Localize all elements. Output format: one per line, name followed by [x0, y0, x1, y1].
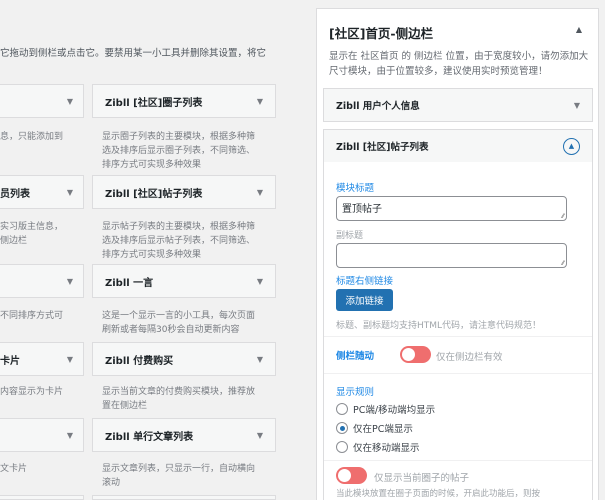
widget-title: Zibll [社区]帖子列表 — [336, 142, 429, 153]
title-input[interactable]: 置顶帖子 — [336, 196, 567, 221]
chevron-down-icon[interactable]: ▼ — [257, 355, 263, 364]
widget-item[interactable]: ▼ — [0, 264, 84, 298]
rule-radio[interactable]: 仅在移动端显示 — [336, 440, 420, 454]
chevron-down-icon[interactable]: ▼ — [67, 277, 73, 286]
widget-desc: 这是一个显示一言的小工具，每次页面刷新或者每隔30秒会自动更新内容 — [102, 311, 256, 335]
chevron-down-icon[interactable]: ▼ — [67, 355, 73, 364]
only-current-desc: 当此模块放置在圈子页面的时候，开启此功能后，则按 — [336, 489, 541, 499]
widget-desc: 显示文章列表，只显示一行，自动横向滚动 — [102, 464, 256, 488]
widget-form: 模块标题 置顶帖子 副标题 标题右侧链接 添加链接 标题、副标题均支持HTML代… — [323, 162, 593, 500]
collapse-icon[interactable]: ▲ — [576, 25, 582, 34]
widget-item[interactable]: Zibll 付费购买 ▼ — [92, 342, 276, 376]
radio-label: 仅在PC端显示 — [353, 424, 413, 435]
radio-icon[interactable] — [336, 403, 348, 415]
widget-item[interactable]: Zibll 一言 ▼ — [92, 264, 276, 298]
chevron-down-icon[interactable]: ▼ — [574, 101, 580, 110]
rule-radio[interactable]: 仅在PC端显示 — [336, 421, 413, 435]
widget-desc: 显示圈子列表的主要模块，根据多种筛选及排序后显示圈子列表，不同筛选、排序方式可实… — [102, 132, 256, 170]
rule-label: 显示规则 — [336, 387, 375, 398]
widget-title: Zibll 一言 — [105, 277, 154, 289]
widget-item[interactable]: Zibll [社区]帖子列表 ▼ — [92, 175, 276, 209]
widget-user-info[interactable]: Zibll 用户个人信息 ▼ — [323, 88, 593, 122]
only-current-label: 仅显示当前圈子的帖子 — [374, 473, 470, 484]
sidebar-desc: 显示在 社区首页 的 侧边栏 位置，由于宽度较小，请勿添加大尺寸模块，由于位置较… — [329, 51, 589, 77]
widget-item[interactable] — [0, 495, 84, 500]
radio-icon[interactable] — [336, 441, 348, 453]
widget-title: 卡片 — [0, 355, 20, 367]
divider — [324, 373, 592, 374]
radio-label: 仅在移动端显示 — [353, 443, 420, 454]
widget-item[interactable]: ▼ — [0, 84, 84, 118]
chevron-down-icon[interactable]: ▼ — [67, 431, 73, 440]
radio-label: PC端/移动端均显示 — [353, 405, 436, 416]
chevron-down-icon[interactable]: ▼ — [257, 431, 263, 440]
divider — [324, 460, 592, 461]
link-label: 标题右侧链接 — [336, 276, 394, 287]
widget-title: Zibll [社区]圈子列表 — [105, 97, 203, 109]
sidebar-panel: [社区]首页-侧边栏 ▲ 显示在 社区首页 的 侧边栏 位置，由于宽度较小，请勿… — [316, 8, 599, 500]
subtitle-label: 副标题 — [336, 231, 364, 241]
follow-hint: 仅在侧边栏有效 — [436, 352, 503, 363]
widget-title: Zibll 用户个人信息 — [336, 101, 420, 112]
widget-title: 员列表 — [0, 188, 30, 200]
widget-title: Zibll 付费购买 — [105, 355, 174, 367]
widget-desc: 不同排序方式可 — [0, 311, 64, 321]
subtitle-input[interactable] — [336, 243, 567, 268]
widget-desc: 文卡片 — [0, 464, 28, 474]
widget-posts-list[interactable]: Zibll [社区]帖子列表 ▲ — [323, 129, 593, 163]
chevron-down-icon[interactable]: ▼ — [257, 277, 263, 286]
widget-desc: 内容显示为卡片 — [0, 387, 64, 397]
chevron-up-icon[interactable]: ▲ — [563, 137, 580, 155]
widget-desc: 实习版主信息，侧边栏 — [0, 222, 64, 246]
widget-title: Zibll [社区]帖子列表 — [105, 188, 203, 200]
follow-label: 侧栏随动 — [336, 351, 375, 362]
widget-item[interactable]: ▼ — [0, 418, 84, 452]
rule-radio[interactable]: PC端/移动端均显示 — [336, 402, 435, 416]
hint-text: 标题、副标题均支持HTML代码，请注意代码规范！ — [336, 321, 542, 331]
widget-item[interactable]: Zibll [社区]圈子列表 ▼ — [92, 84, 276, 118]
widget-item[interactable]: 员列表 ▼ — [0, 175, 84, 209]
sidebar-title: [社区]首页-侧边栏 — [329, 26, 434, 41]
widget-item[interactable] — [92, 495, 276, 500]
widget-desc: 显示当前文章的付费购买模块，推荐放置在侧边栏 — [102, 387, 256, 411]
add-link-button[interactable]: 添加链接 — [336, 289, 393, 311]
widget-item[interactable]: Zibll 单行文章列表 ▼ — [92, 418, 276, 452]
chevron-down-icon[interactable]: ▼ — [67, 97, 73, 106]
divider — [324, 336, 592, 337]
only-current-toggle[interactable] — [336, 467, 367, 484]
widget-desc: 息，只能添加到 — [0, 132, 64, 142]
radio-icon[interactable] — [336, 422, 348, 434]
title-label: 模块标题 — [336, 183, 375, 194]
widget-desc: 显示帖子列表的主要模块，根据多种筛选及排序后显示帖子列表，不同筛选、排序方式可实… — [102, 222, 256, 260]
chevron-down-icon[interactable]: ▼ — [257, 188, 263, 197]
chevron-down-icon[interactable]: ▼ — [67, 188, 73, 197]
chevron-down-icon[interactable]: ▼ — [257, 97, 263, 106]
follow-toggle[interactable] — [400, 346, 431, 363]
widget-title: Zibll 单行文章列表 — [105, 431, 194, 443]
instructions-text: 它拖动到侧栏或点击它。要禁用某一小工具并删除其设置，将它 — [0, 48, 267, 59]
widget-item[interactable]: 卡片 ▼ — [0, 342, 84, 376]
